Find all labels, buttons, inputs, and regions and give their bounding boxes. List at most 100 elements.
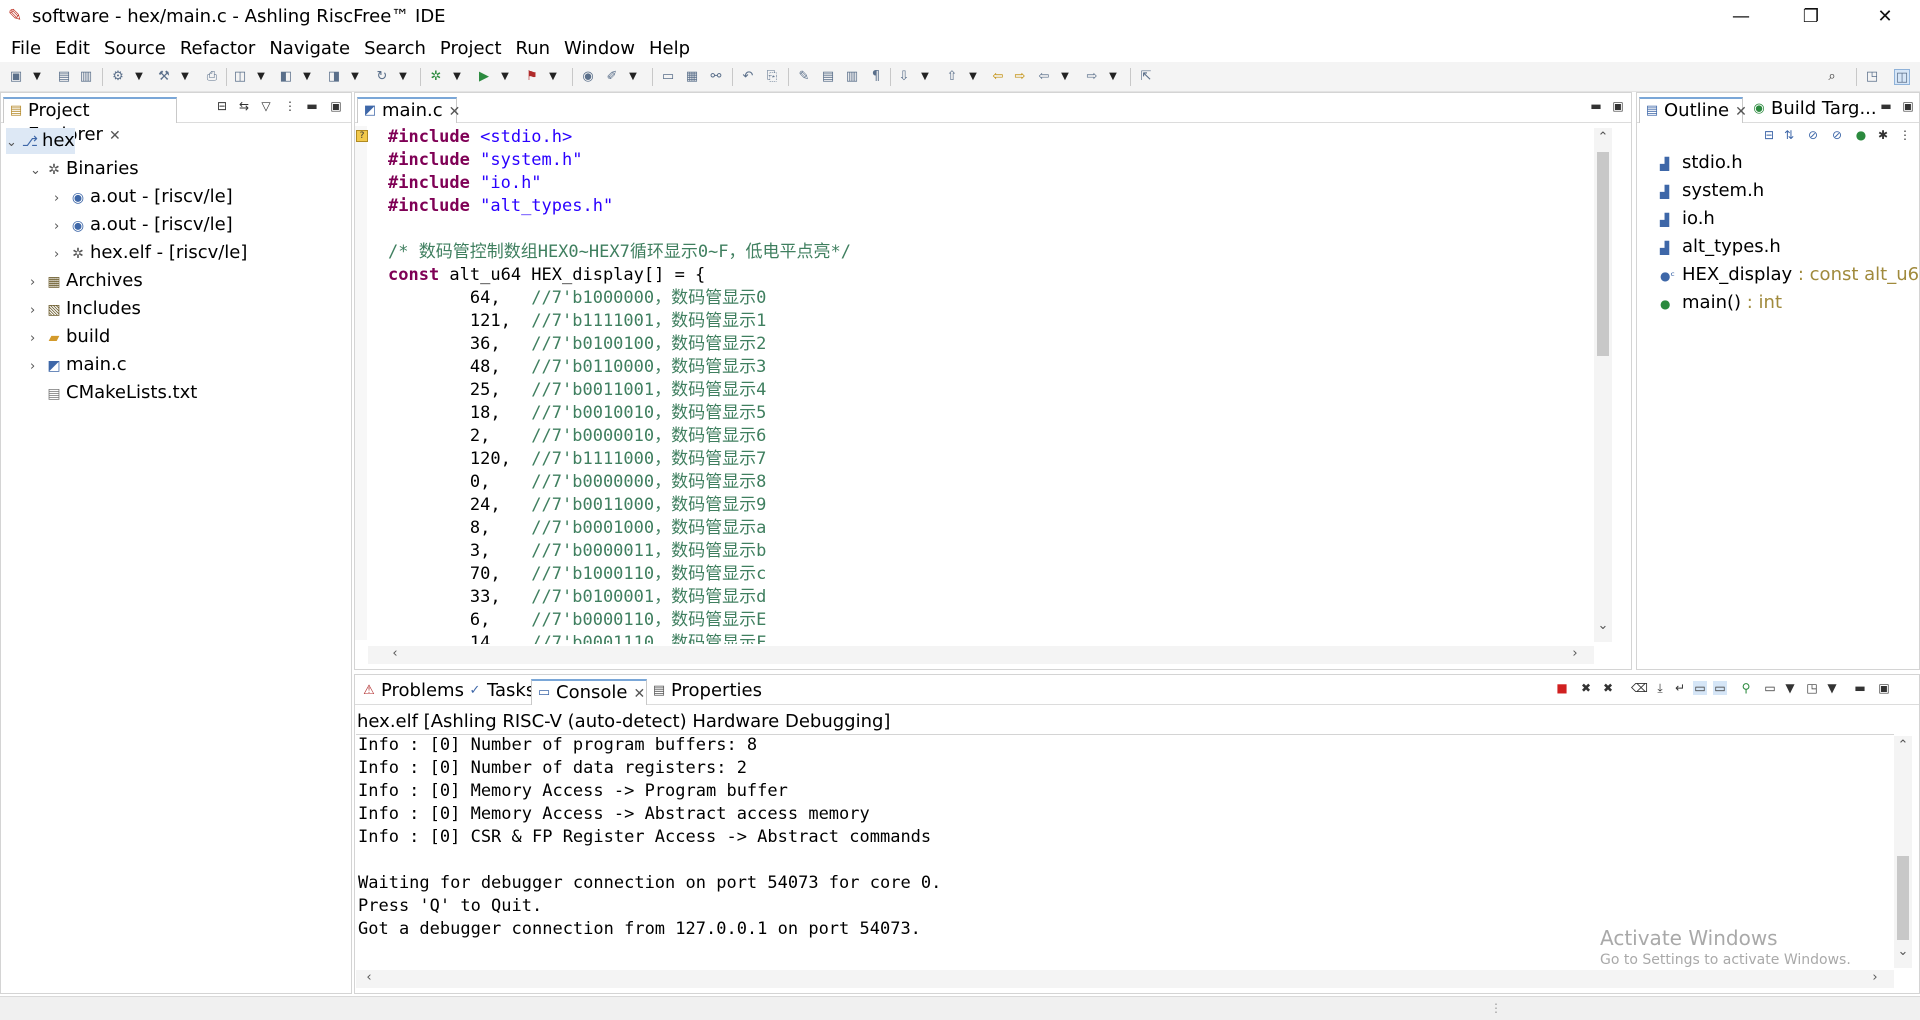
undo-icon[interactable]: ↶: [740, 69, 756, 85]
outline-item-hex-display[interactable]: ●ᶜ HEX_display : const alt_u64[]: [1660, 262, 1920, 288]
scroll-thumb[interactable]: [1597, 152, 1609, 356]
scroll-up-icon[interactable]: ⌃: [1894, 738, 1912, 753]
menu-search[interactable]: Search: [357, 38, 433, 59]
scroll-thumb[interactable]: [1897, 856, 1909, 940]
code-line[interactable]: 64, //7'b1000000，数码管显示0: [388, 287, 766, 310]
outline-item-io[interactable]: ▟ io.h: [1660, 206, 1715, 232]
menu-run[interactable]: Run: [509, 38, 558, 59]
refresh-dropdown-icon[interactable]: ▼: [398, 69, 408, 85]
save-icon[interactable]: ▤: [56, 69, 72, 85]
chevron-right-icon[interactable]: ›: [54, 186, 68, 212]
chevron-right-icon[interactable]: ›: [30, 298, 44, 324]
code-line[interactable]: const alt_u64 HEX_display[] = {: [388, 264, 705, 287]
block-icon[interactable]: ▥: [844, 69, 860, 85]
warning-marker-icon[interactable]: ?: [356, 130, 368, 142]
debug-dropdown-icon[interactable]: ▼: [452, 69, 462, 85]
hide-non-public-icon[interactable]: ●: [1854, 128, 1868, 142]
remove-launch-icon[interactable]: ✖: [1579, 681, 1593, 695]
hide-fields-icon[interactable]: ⊘: [1806, 128, 1820, 142]
scroll-right-icon[interactable]: ›: [1566, 646, 1584, 661]
prev-annotation-dropdown-icon[interactable]: ▼: [968, 69, 978, 85]
tab-tasks[interactable]: ✓ Tasks: [463, 679, 536, 705]
open-perspective-icon[interactable]: ◳: [1864, 69, 1880, 85]
menu-project[interactable]: Project: [433, 38, 509, 59]
c-perspective-icon[interactable]: ◫: [1894, 69, 1910, 85]
tree-item-hex[interactable]: ⌄ ⎇ hex: [6, 128, 75, 154]
code-line[interactable]: #include <stdio.h>: [388, 126, 572, 149]
run-dropdown-icon[interactable]: ▼: [500, 69, 510, 85]
code-line[interactable]: 25, //7'b0011001，数码管显示4: [388, 379, 766, 402]
minimize-view-icon[interactable]: ▬: [1589, 99, 1603, 113]
code-line[interactable]: #include "system.h": [388, 149, 582, 172]
external-tools-dropdown-icon[interactable]: ▼: [548, 69, 558, 85]
forward-icon[interactable]: ⇨: [1084, 69, 1100, 85]
tab-console[interactable]: ▭ Console ✕: [531, 679, 647, 705]
new-folder-icon[interactable]: ◧: [278, 69, 294, 85]
remove-all-terminated-icon[interactable]: ✖: [1601, 681, 1615, 695]
code-line[interactable]: 24, //7'b0011000，数码管显示9: [388, 494, 766, 517]
editor-horizontal-scrollbar[interactable]: ‹ ›: [368, 646, 1594, 664]
open-console-icon[interactable]: ◳: [1805, 681, 1819, 695]
maximize-view-icon[interactable]: ▣: [1901, 99, 1915, 113]
code-line[interactable]: 120, //7'b1111000，数码管显示7: [388, 448, 766, 471]
console-vertical-scrollbar[interactable]: ⌃ ⌄: [1894, 736, 1912, 968]
maximize-view-icon[interactable]: ▣: [1877, 681, 1891, 695]
open-console-dropdown-icon[interactable]: ▼: [1825, 681, 1839, 695]
menu-source[interactable]: Source: [97, 38, 173, 59]
outline-item-main[interactable]: ● main() : int: [1660, 290, 1782, 316]
terminal-icon[interactable]: ▭: [660, 69, 676, 85]
code-line[interactable]: /* 数码管控制数组HEX0~HEX7循环显示0~F，低电平点亮*/: [388, 241, 851, 264]
chevron-right-icon[interactable]: ›: [54, 214, 68, 240]
menu-refactor[interactable]: Refactor: [173, 38, 263, 59]
code-line[interactable]: 2, //7'b0000010，数码管显示6: [388, 425, 766, 448]
show-on-stdout-icon[interactable]: ▭: [1693, 681, 1707, 695]
forward-dropdown-icon[interactable]: ▼: [1108, 69, 1118, 85]
search-icon[interactable]: ⌕: [1824, 69, 1840, 85]
last-edit-forward-icon[interactable]: ⇨: [1012, 69, 1028, 85]
word-wrap-icon[interactable]: ↵: [1673, 681, 1687, 695]
code-line[interactable]: #include "alt_types.h": [388, 195, 613, 218]
code-line[interactable]: 14, //7'b0001110，数码管显示F: [388, 632, 766, 644]
code-line[interactable]: 36, //7'b0100100，数码管显示2: [388, 333, 766, 356]
view-menu-icon[interactable]: ⋮: [283, 99, 297, 113]
tab-main-c[interactable]: ◩ main.c ✕: [357, 97, 460, 123]
chevron-down-icon[interactable]: ⌄: [30, 158, 44, 184]
link-with-editor-icon[interactable]: ⇆: [237, 99, 251, 113]
back-icon[interactable]: ⇦: [1036, 69, 1052, 85]
chevron-down-icon[interactable]: ⌄: [6, 130, 20, 156]
new-file-dropdown-icon[interactable]: ▼: [350, 69, 360, 85]
hide-static-icon[interactable]: ⊘: [1830, 128, 1844, 142]
minimize-view-icon[interactable]: ▬: [305, 99, 319, 113]
external-tools-icon[interactable]: ⚑: [524, 69, 540, 85]
close-icon[interactable]: ✕: [633, 686, 645, 702]
prev-annotation-icon[interactable]: ⇧: [944, 69, 960, 85]
chevron-right-icon[interactable]: ›: [30, 270, 44, 296]
new-project-dropdown-icon[interactable]: ▼: [256, 69, 266, 85]
tab-outline[interactable]: ▤ Outline ✕: [1639, 97, 1747, 123]
code-line[interactable]: 8, //7'b0001000，数码管显示a: [388, 517, 766, 540]
code-line[interactable]: 0, //7'b0000000，数码管显示8: [388, 471, 766, 494]
code-line[interactable]: 48, //7'b0110000，数码管显示3: [388, 356, 766, 379]
tree-item-archives[interactable]: › ▦ Archives: [30, 268, 143, 294]
scroll-lock-icon[interactable]: ⤓: [1653, 681, 1667, 695]
build-dropdown-icon[interactable]: ▼: [180, 69, 190, 85]
code-line[interactable]: 18, //7'b0010010，数码管显示5: [388, 402, 766, 425]
search-tool-dropdown-icon[interactable]: ▼: [628, 69, 638, 85]
close-icon[interactable]: ✕: [109, 128, 121, 144]
collapse-all-icon[interactable]: ⊟: [1762, 128, 1776, 142]
menu-edit[interactable]: Edit: [48, 38, 97, 59]
close-window-button[interactable]: ✕: [1862, 2, 1908, 32]
code-line[interactable]: 3, //7'b0000011，数码管显示b: [388, 540, 766, 563]
clear-console-icon[interactable]: ⌫: [1631, 681, 1648, 695]
restore-button[interactable]: ❐: [1788, 2, 1834, 32]
link-icon[interactable]: ⚯: [708, 69, 724, 85]
scroll-down-icon[interactable]: ⌄: [1894, 944, 1912, 959]
chevron-right-icon[interactable]: ›: [54, 242, 68, 268]
tab-project-explorer[interactable]: ▤ Project Explorer✕: [3, 97, 177, 145]
tree-item-includes[interactable]: › ▧ Includes: [30, 296, 141, 322]
minimize-view-icon[interactable]: ▬: [1853, 681, 1867, 695]
tab-build-targets[interactable]: ◉ Build Targ...: [1747, 97, 1877, 123]
pin-console-icon[interactable]: ⚲: [1739, 681, 1753, 695]
maximize-view-icon[interactable]: ▣: [1611, 99, 1625, 113]
terminate-icon[interactable]: ■: [1555, 681, 1569, 695]
